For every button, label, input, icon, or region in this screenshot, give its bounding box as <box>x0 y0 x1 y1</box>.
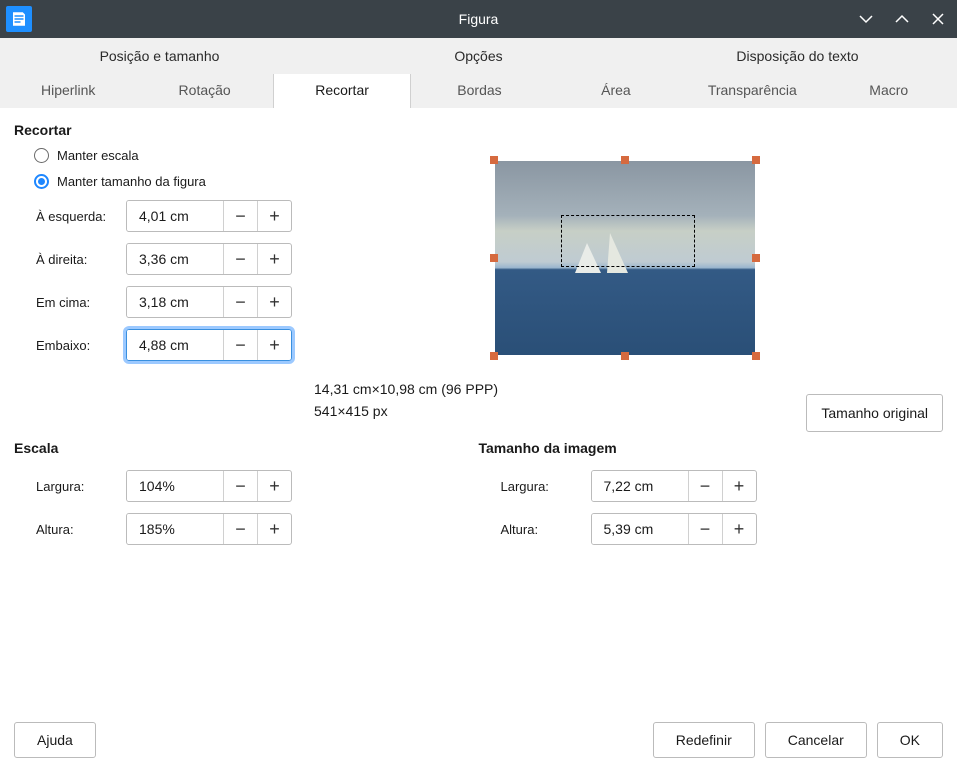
image-size-section-title: Tamanho da imagem <box>479 440 944 456</box>
crop-top-input[interactable] <box>127 287 223 317</box>
crop-section-title: Recortar <box>14 122 943 138</box>
increment-button[interactable]: + <box>257 201 291 231</box>
crop-right-input[interactable] <box>127 244 223 274</box>
resize-handle[interactable] <box>490 352 498 360</box>
crop-right-label: À direita: <box>36 252 126 267</box>
tab-options[interactable]: Opções <box>319 38 638 74</box>
crop-top-field: − + <box>126 286 292 318</box>
crop-bottom-input[interactable] <box>127 330 223 360</box>
tab-borders[interactable]: Bordas <box>411 74 547 108</box>
tabs-primary: Posição e tamanho Opções Disposição do t… <box>0 38 957 74</box>
scale-height-field: − + <box>126 513 292 545</box>
dialog-body: Recortar Manter escala Manter tamanho da… <box>0 108 957 708</box>
image-height-input[interactable] <box>592 514 688 544</box>
tabs-secondary: Hiperlink Rotação Recortar Bordas Área T… <box>0 74 957 108</box>
image-height-field: − + <box>591 513 757 545</box>
scale-height-label: Altura: <box>36 522 126 537</box>
crop-bottom-field: − + <box>126 329 292 361</box>
resize-handle[interactable] <box>490 254 498 262</box>
radio-keep-image-size[interactable] <box>34 174 49 189</box>
tab-text-wrap[interactable]: Disposição do texto <box>638 38 957 74</box>
tab-crop[interactable]: Recortar <box>273 74 411 108</box>
increment-button[interactable]: + <box>257 330 291 360</box>
tab-rotation[interactable]: Rotação <box>136 74 272 108</box>
image-width-field: − + <box>591 470 757 502</box>
radio-keep-scale-label[interactable]: Manter escala <box>57 148 139 163</box>
reset-button[interactable]: Redefinir <box>653 722 755 758</box>
resize-handle[interactable] <box>752 352 760 360</box>
decrement-button[interactable]: − <box>223 471 257 501</box>
tab-area[interactable]: Área <box>548 74 684 108</box>
decrement-button[interactable]: − <box>223 244 257 274</box>
crop-left-label: À esquerda: <box>36 209 126 224</box>
image-height-label: Altura: <box>501 522 591 537</box>
scale-section-title: Escala <box>14 440 479 456</box>
decrement-button[interactable]: − <box>223 514 257 544</box>
titlebar: Figura <box>0 0 957 38</box>
increment-button[interactable]: + <box>722 471 756 501</box>
resize-handle[interactable] <box>490 156 498 164</box>
close-icon[interactable] <box>927 8 949 30</box>
decrement-button[interactable]: − <box>688 514 722 544</box>
original-size-button[interactable]: Tamanho original <box>806 394 943 432</box>
dialog-footer: Ajuda Redefinir Cancelar OK <box>0 708 957 772</box>
crop-left-field: − + <box>126 200 292 232</box>
ok-button[interactable]: OK <box>877 722 943 758</box>
image-width-label: Largura: <box>501 479 591 494</box>
tab-position-size[interactable]: Posição e tamanho <box>0 38 319 74</box>
increment-button[interactable]: + <box>722 514 756 544</box>
cancel-button[interactable]: Cancelar <box>765 722 867 758</box>
resize-handle[interactable] <box>752 254 760 262</box>
crop-left-input[interactable] <box>127 201 223 231</box>
resize-handle[interactable] <box>621 156 629 164</box>
decrement-button[interactable]: − <box>223 201 257 231</box>
image-width-input[interactable] <box>592 471 688 501</box>
increment-button[interactable]: + <box>257 471 291 501</box>
decrement-button[interactable]: − <box>223 330 257 360</box>
decrement-button[interactable]: − <box>223 287 257 317</box>
app-icon <box>6 6 32 32</box>
increment-button[interactable]: + <box>257 244 291 274</box>
scale-width-label: Largura: <box>36 479 126 494</box>
crop-rectangle[interactable] <box>561 215 695 267</box>
increment-button[interactable]: + <box>257 514 291 544</box>
crop-top-label: Em cima: <box>36 295 126 310</box>
radio-keep-image-size-label[interactable]: Manter tamanho da figura <box>57 174 206 189</box>
radio-keep-scale[interactable] <box>34 148 49 163</box>
decrement-button[interactable]: − <box>688 471 722 501</box>
scale-height-input[interactable] <box>127 514 223 544</box>
tab-hyperlink[interactable]: Hiperlink <box>0 74 136 108</box>
help-button[interactable]: Ajuda <box>14 722 96 758</box>
window-title: Figura <box>0 11 957 27</box>
maximize-icon[interactable] <box>891 8 913 30</box>
resize-handle[interactable] <box>621 352 629 360</box>
resize-handle[interactable] <box>752 156 760 164</box>
minimize-icon[interactable] <box>855 8 877 30</box>
image-preview[interactable] <box>495 161 755 355</box>
tab-macro[interactable]: Macro <box>821 74 957 108</box>
scale-width-input[interactable] <box>127 471 223 501</box>
tab-transparency[interactable]: Transparência <box>684 74 820 108</box>
crop-right-field: − + <box>126 243 292 275</box>
scale-width-field: − + <box>126 470 292 502</box>
crop-bottom-label: Embaixo: <box>36 338 126 353</box>
increment-button[interactable]: + <box>257 287 291 317</box>
